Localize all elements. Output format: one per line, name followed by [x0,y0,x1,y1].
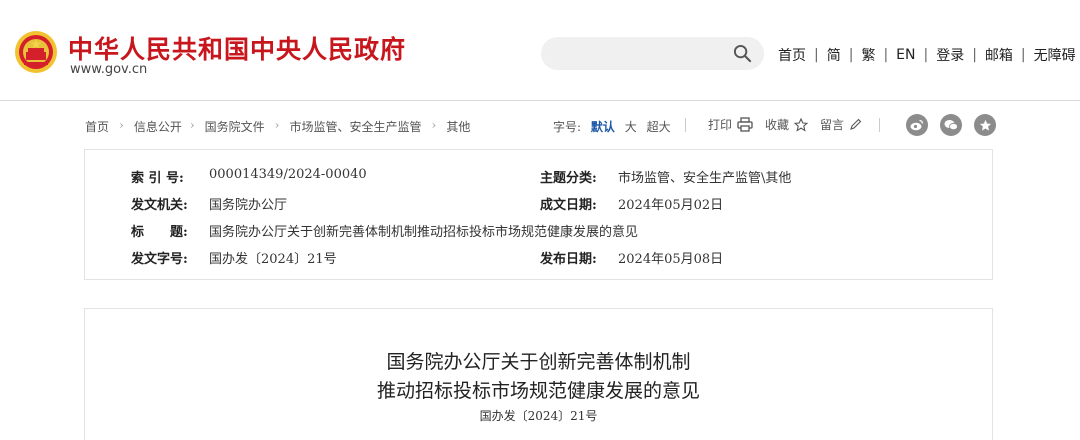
nav-separator: | [883,47,889,63]
wechat-icon[interactable] [940,114,962,136]
favorite-label: 收藏 [765,118,790,132]
category-value: 市场监管、安全生产监管\其他 [618,171,792,186]
nav-login[interactable]: 登录 [936,45,964,65]
top-nav: 首页 | 简 | 繁 | EN | 登录 | 邮箱 | 无障碍 [778,45,1076,65]
page-toolbar: 首页 › 信息公开 › 国务院文件 › 市场监管、安全生产监管 › 其他 字号:… [0,111,1080,141]
published-date-value: 2024年05月08日 [618,252,724,267]
nav-simplified[interactable]: 简 [827,45,841,65]
nav-separator: | [923,47,929,63]
breadcrumb-separator: › [274,118,280,132]
favorite-circle-icon[interactable] [974,114,996,136]
breadcrumb: 首页 › 信息公开 › 国务院文件 › 市场监管、安全生产监管 › 其他 [85,118,470,135]
title-label: 标 题: [131,225,188,240]
nav-home[interactable]: 首页 [778,45,806,65]
weibo-icon[interactable] [906,114,928,136]
article-body: 国务院办公厅关于创新完善体制机制 推动招标投标市场规范健康发展的意见 国办发〔2… [84,308,993,440]
nav-separator: | [1020,47,1026,63]
info-row: 发文字号: 国办发〔2024〕21号 发布日期: 2024年05月08日 [85,248,992,268]
pencil-icon [850,118,862,130]
font-size-selector: 字号: 默认 大 超大 [553,118,671,135]
nav-mailbox[interactable]: 邮箱 [985,45,1013,65]
breadcrumb-home[interactable]: 首页 [85,118,109,135]
site-title[interactable]: 中华人民共和国中央人民政府 [68,30,406,66]
article-tools: 打印 收藏 留言 [708,116,874,133]
search-icon[interactable] [733,44,752,63]
breadcrumb-other[interactable]: 其他 [446,118,470,135]
font-size-large[interactable]: 大 [625,120,637,134]
nav-separator: | [972,47,977,63]
breadcrumb-separator: › [431,118,437,132]
breadcrumb-info-public[interactable]: 信息公开 [134,118,182,135]
document-info-table: 索 引 号: 000014349/2024-00040 主题分类: 市场监管、安… [84,149,993,280]
breadcrumb-market-regulation[interactable]: 市场监管、安全生产监管 [289,118,421,135]
font-size-label: 字号: [553,120,582,134]
star-icon [794,117,809,132]
info-row: 发文机关: 国务院办公厅 成文日期: 2024年05月02日 [85,194,992,214]
print-button[interactable]: 打印 [708,116,753,133]
article-doc-number: 国办发〔2024〕21号 [479,409,598,423]
article-title-line-1: 国务院办公厅关于创新完善体制机制 [386,351,691,373]
info-row: 索 引 号: 000014349/2024-00040 主题分类: 市场监管、安… [85,167,992,187]
breadcrumb-separator: › [119,118,124,132]
site-url[interactable]: www.gov.cn [70,62,147,77]
nav-english[interactable]: EN [896,47,915,63]
search-input[interactable] [541,37,764,70]
title-value: 国务院办公厅关于创新完善体制机制推动招标投标市场规范健康发展的意见 [209,225,639,240]
created-date-label: 成文日期: [540,198,597,213]
published-date-label: 发布日期: [540,252,597,267]
font-size-xlarge[interactable]: 超大 [647,120,671,134]
doc-number-value: 国办发〔2024〕21号 [209,252,337,267]
article-title-line-2: 推动招标投标市场规范健康发展的意见 [376,380,700,402]
divider [879,118,880,132]
site-header: 中华人民共和国中央人民政府 www.gov.cn 首页 | 简 | 繁 | EN… [0,0,1080,101]
index-value: 000014349/2024-00040 [209,167,367,182]
nav-traditional[interactable]: 繁 [861,45,875,65]
issuer-value: 国务院办公厅 [209,198,288,213]
favorite-button[interactable]: 收藏 [765,116,809,133]
issuer-label: 发文机关: [131,198,188,213]
nav-separator: | [814,47,819,63]
print-label: 打印 [708,118,733,132]
created-date-value: 2024年05月02日 [618,198,724,213]
breadcrumb-state-council-docs[interactable]: 国务院文件 [205,118,265,135]
index-label: 索 引 号: [131,171,184,186]
nav-accessibility[interactable]: 无障碍 [1034,45,1076,65]
printer-icon [737,117,753,132]
info-row: 标 题: 国务院办公厅关于创新完善体制机制推动招标投标市场规范健康发展的意见 [85,221,992,241]
divider [685,118,686,132]
font-size-default[interactable]: 默认 [591,120,615,134]
national-emblem-icon[interactable] [14,30,58,74]
category-label: 主题分类: [540,171,597,186]
comment-button[interactable]: 留言 [820,116,862,133]
breadcrumb-separator: › [189,118,195,132]
nav-separator: | [848,47,854,63]
share-group [906,114,1008,136]
doc-number-label: 发文字号: [131,252,188,267]
comment-label: 留言 [820,118,845,132]
